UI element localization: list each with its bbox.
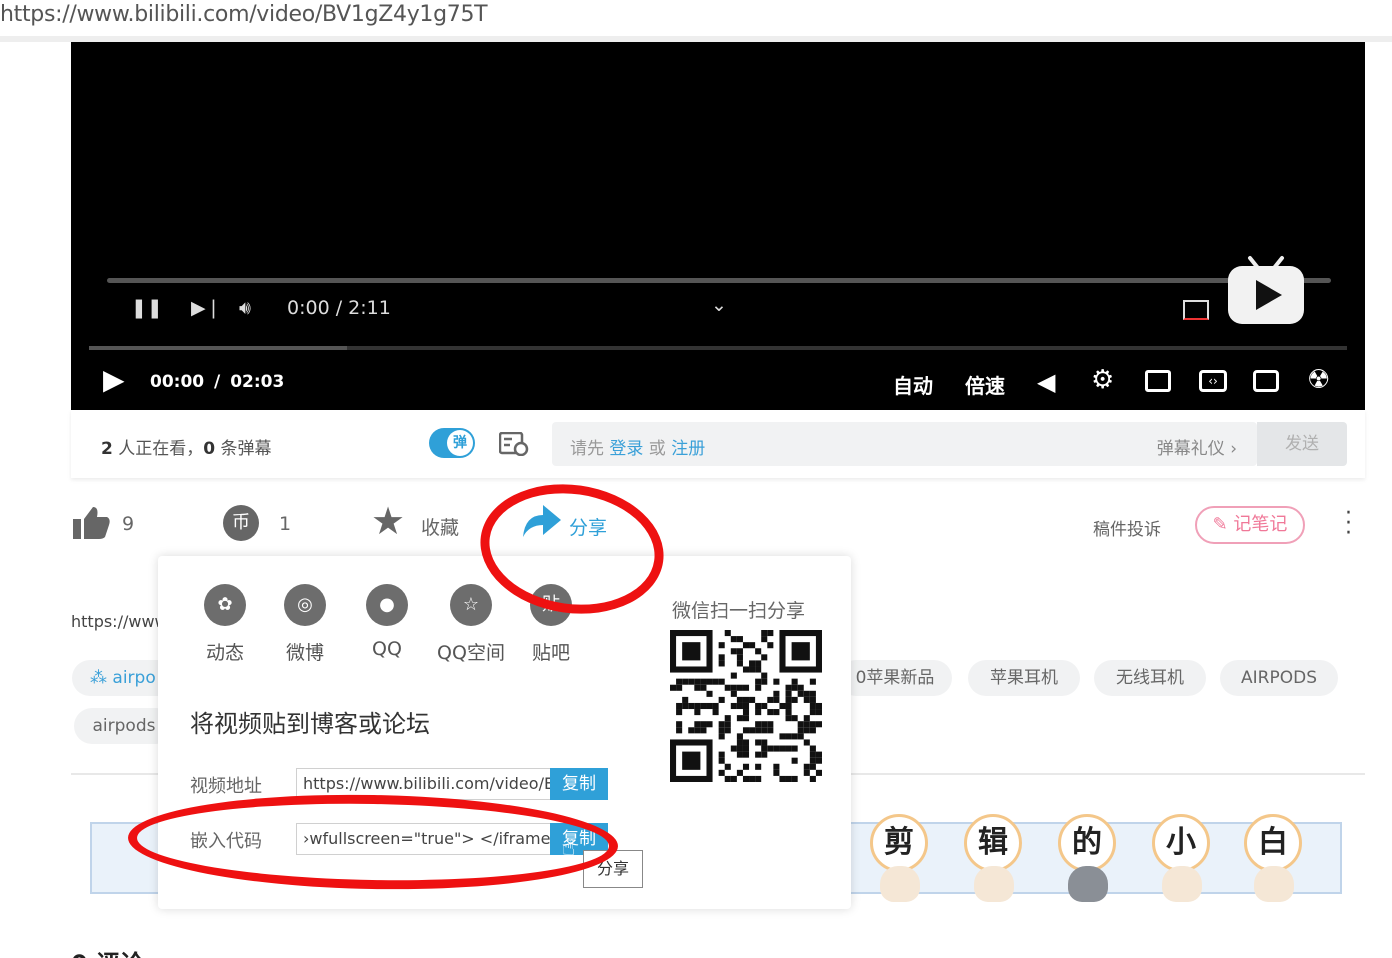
cat-mascot-icon — [974, 866, 1014, 902]
note-pen-icon: ✎ — [1212, 514, 1234, 535]
viewer-info: 2 人正在看，0 条弹幕 — [101, 434, 272, 459]
danmaku-input[interactable]: 请先 登录 或 注册 弹幕礼仪 › — [552, 422, 1257, 466]
inner-progress-bar[interactable] — [107, 278, 1331, 283]
inner-subtitle-icon[interactable] — [1183, 300, 1209, 320]
time-display: 00:00 / 02:03 — [150, 372, 284, 392]
favorite-label[interactable]: 收藏 — [421, 513, 459, 540]
qzone-icon: ☆ — [450, 584, 492, 626]
qq-icon: ● — [366, 584, 408, 626]
mascot-char: 小 — [1152, 814, 1210, 912]
danmaku-count: 0 — [203, 439, 216, 459]
weibo-icon: ◎ — [284, 584, 326, 626]
share-weibo-button[interactable]: ◎ 微博 — [270, 584, 340, 665]
description-url[interactable]: https://www — [71, 612, 168, 631]
like-icon[interactable] — [73, 505, 111, 541]
coin-icon-char: 币 — [232, 512, 250, 533]
share-qzone-button[interactable]: ☆ QQ空间 — [436, 584, 506, 665]
register-link[interactable]: 注册 — [671, 439, 705, 459]
mascot-char: 辑 — [964, 814, 1022, 912]
coin-count: 1 — [279, 513, 292, 535]
settings-gear-icon[interactable]: ⚙ — [1091, 367, 1114, 393]
time-total: 02:03 — [230, 372, 285, 392]
qr-title: 微信扫一扫分享 — [672, 600, 806, 622]
danmaku-text: 条弹幕 — [215, 439, 272, 459]
fullscreen-icon[interactable]: ☢ — [1307, 367, 1330, 393]
dynamic-icon: ✿ — [204, 584, 246, 626]
cat-mascot-icon — [1162, 866, 1202, 902]
copy-url-button[interactable]: 复制 — [550, 768, 608, 800]
share-dynamic-button[interactable]: ✿ 动态 — [190, 584, 260, 665]
cat-mascot-icon — [880, 866, 920, 902]
mascot-char-text: 的 — [1058, 814, 1116, 872]
tag-label: airpo — [112, 668, 156, 688]
share-item-label: 动态 — [205, 642, 244, 664]
tag-item[interactable]: 无线耳机 — [1094, 660, 1206, 696]
buffer-bar — [89, 346, 347, 350]
share-item-label: 贴吧 — [531, 642, 570, 664]
time-current: 00:00 — [150, 372, 205, 392]
note-label: 记笔记 — [1233, 514, 1288, 535]
coin-icon[interactable]: 币 — [223, 505, 259, 541]
mascot-char-text: 辑 — [964, 814, 1022, 872]
share-item-label: 微博 — [285, 642, 324, 664]
inner-volume-icon[interactable]: 🔊︎ — [239, 297, 251, 319]
play-icon[interactable]: ▶ — [103, 366, 125, 394]
send-button[interactable]: 发送 — [1257, 422, 1347, 466]
inner-time: 0:00 / 2:11 — [287, 297, 391, 319]
video-url-label: 视频地址 — [190, 776, 262, 797]
danmaku-toggle[interactable]: 弹 — [429, 428, 475, 458]
quality-auto-button[interactable]: 自动 — [893, 370, 933, 399]
take-note-button[interactable]: ✎ 记笔记 — [1195, 506, 1305, 544]
mascot-char: 剪 — [870, 814, 928, 912]
favorite-star-icon[interactable]: ★ — [371, 501, 405, 541]
danmaku-etiquette-link[interactable]: 弹幕礼仪 › — [1157, 434, 1237, 459]
action-row: 9 币 1 ★ 收藏 分享 稿件投诉 ✎ 记笔记 · · · — [71, 495, 1365, 555]
mascot-char: 的 — [1058, 814, 1116, 912]
tag-item[interactable]: AIRPODS — [1220, 660, 1338, 696]
mascot-char-text: 剪 — [870, 814, 928, 872]
viewer-text: 人正在看， — [112, 439, 204, 459]
mascot-char: 白 — [1244, 814, 1302, 912]
danmaku-settings-icon[interactable] — [499, 432, 529, 456]
placeholder-prefix: 请先 — [570, 439, 610, 459]
cat-mascot-icon — [1254, 866, 1294, 902]
outer-progress-bar[interactable] — [89, 346, 1347, 350]
address-bar[interactable]: https://www.bilibili.com/video/BV1gZ4y1g… — [0, 0, 1392, 36]
comment-heading: 0 评论 — [71, 944, 144, 958]
share-qq-button[interactable]: ● QQ — [352, 584, 422, 660]
chevron-down-icon[interactable]: ⌄ — [711, 294, 727, 316]
mini-window-icon[interactable] — [1145, 370, 1171, 392]
inner-next-icon[interactable]: ▶❘ — [191, 297, 222, 319]
wechat-qr-code — [670, 630, 822, 782]
placeholder-or: 或 — [643, 439, 672, 459]
share-item-label: QQ空间 — [437, 642, 505, 664]
bilibili-tv-logo-icon — [1228, 256, 1304, 324]
tag-item[interactable]: 0苹果新品 — [838, 660, 952, 696]
like-count: 9 — [122, 513, 135, 535]
mascot-char-text: 小 — [1152, 814, 1210, 872]
report-link[interactable]: 稿件投诉 — [1093, 515, 1161, 540]
url-text: https://www.bilibili.com/video/BV1gZ4y1g… — [0, 2, 488, 27]
time-separator: / — [214, 372, 221, 392]
cat-mascot-icon — [1068, 866, 1108, 902]
embed-title: 将视频贴到博客或论坛 — [190, 710, 430, 738]
channel-icon: ⁂ — [90, 668, 113, 688]
viewer-count: 2 — [101, 439, 113, 459]
share-item-label: QQ — [372, 638, 402, 660]
danmaku-toggle-label: 弹 — [447, 430, 473, 456]
web-fullscreen-icon[interactable] — [1253, 370, 1279, 392]
tag-item[interactable]: 苹果耳机 — [968, 660, 1080, 696]
video-player[interactable]: ❚❚ ▶❘ 🔊︎ 0:00 / 2:11 ⌄ ▶ 00:00 / 02:03 自… — [71, 42, 1365, 410]
speed-button[interactable]: 倍速 — [965, 370, 1005, 399]
volume-icon[interactable]: ◀︎ — [1037, 370, 1055, 394]
login-link[interactable]: 登录 — [609, 439, 643, 459]
inner-pause-icon[interactable]: ❚❚ — [131, 297, 163, 319]
mascot-char-text: 白 — [1244, 814, 1302, 872]
danmaku-placeholder: 请先 登录 或 注册 — [570, 434, 705, 459]
more-menu-icon[interactable]: · · · — [1345, 503, 1355, 545]
wide-mode-icon[interactable]: ‹› — [1199, 370, 1227, 392]
danmaku-bar: 2 人正在看，0 条弹幕 弹 请先 登录 或 注册 弹幕礼仪 › 发送 — [71, 410, 1365, 478]
